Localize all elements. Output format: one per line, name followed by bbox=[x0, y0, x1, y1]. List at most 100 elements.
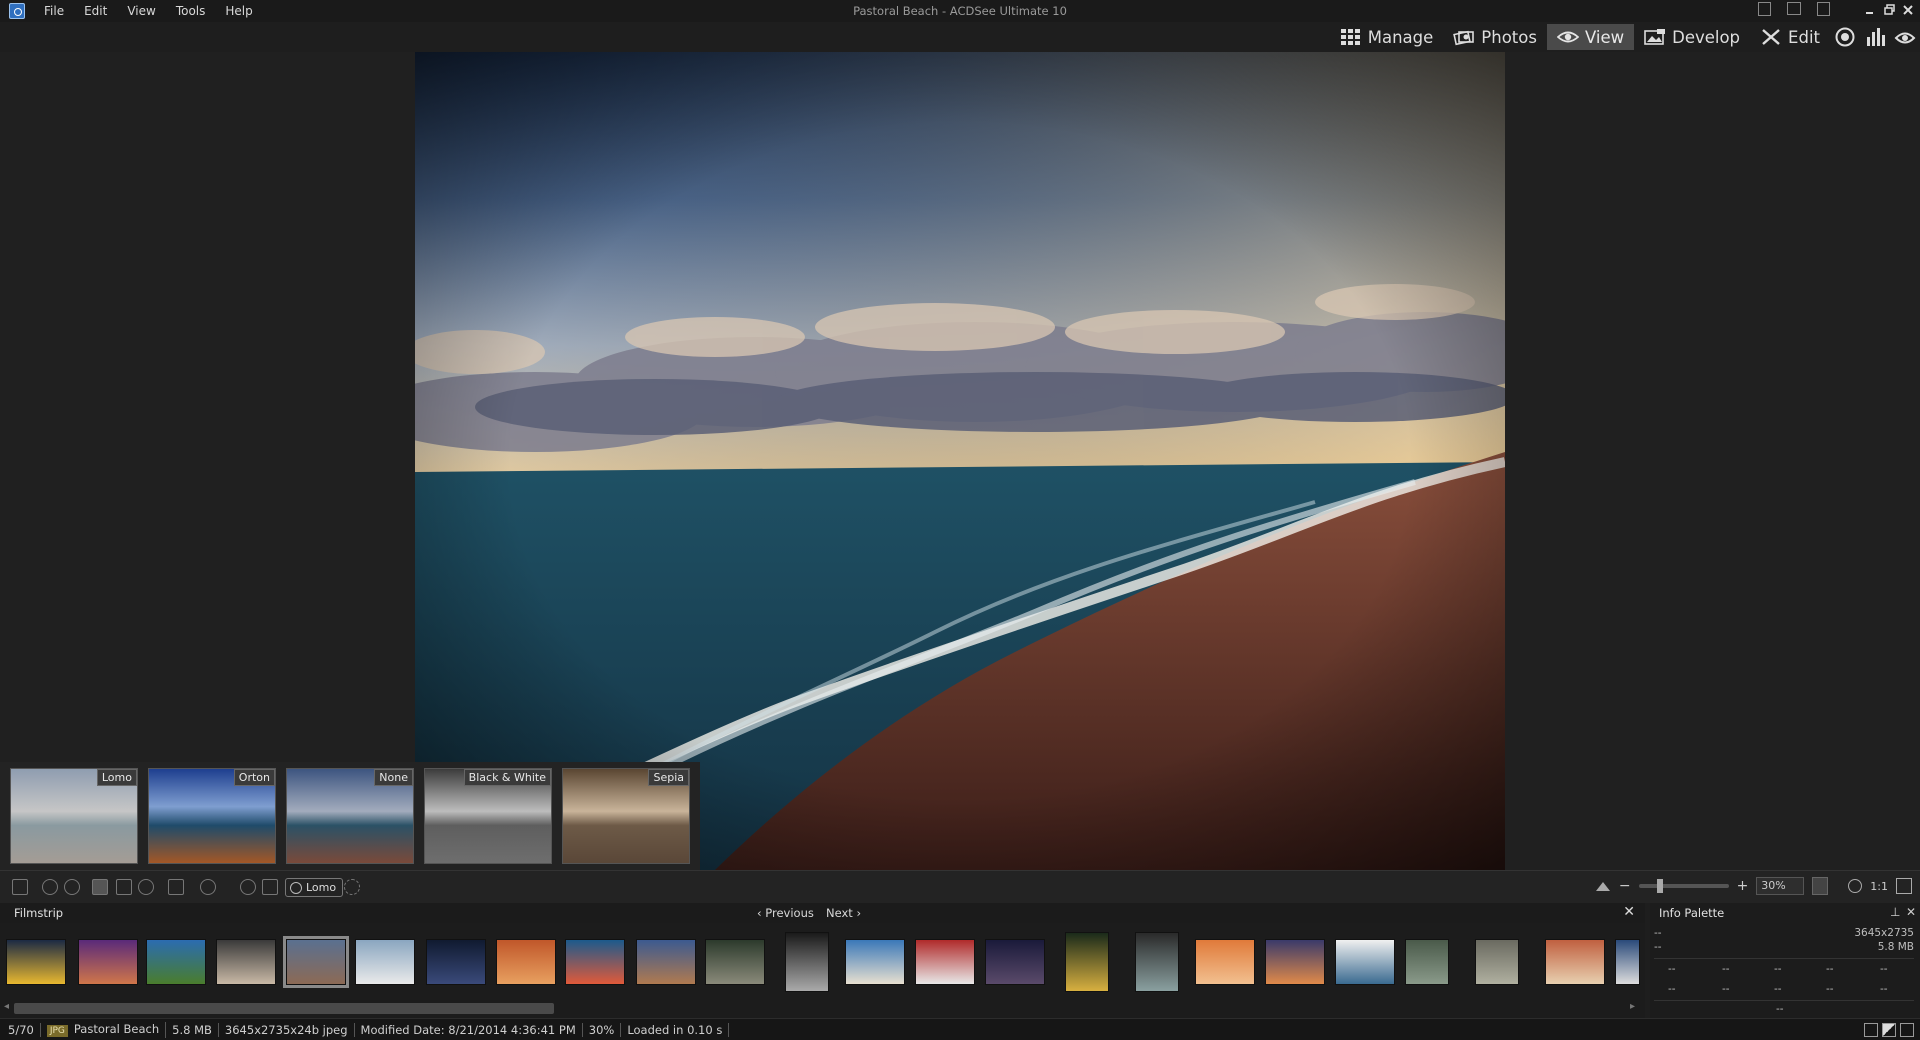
info-palette-title: Info Palette bbox=[1659, 906, 1725, 920]
preset-label: Sepia bbox=[648, 769, 689, 786]
select-tool-icon[interactable] bbox=[116, 879, 132, 895]
adjust-icon[interactable] bbox=[262, 879, 278, 895]
filmstrip-thumbnail[interactable] bbox=[426, 939, 486, 985]
divider bbox=[1654, 958, 1914, 959]
actual-size-button[interactable]: 1:1 bbox=[1870, 880, 1888, 893]
zoom-out-icon[interactable]: − bbox=[1619, 878, 1631, 894]
close-icon[interactable]: ✕ bbox=[1623, 904, 1635, 920]
filmstrip-thumbnail[interactable] bbox=[705, 939, 765, 985]
layout-bottom-icon[interactable] bbox=[1787, 2, 1801, 15]
main-photo[interactable] bbox=[415, 52, 1505, 870]
status-position: 5/70 bbox=[0, 1022, 41, 1037]
menu-tools[interactable]: Tools bbox=[166, 3, 216, 19]
menu-edit[interactable]: Edit bbox=[74, 3, 117, 19]
effects-icon[interactable] bbox=[344, 879, 360, 895]
square-icon[interactable] bbox=[1864, 1023, 1878, 1037]
filmstrip-thumbnail[interactable] bbox=[565, 939, 625, 985]
tab-edit[interactable]: Edit bbox=[1750, 24, 1830, 50]
zoom-value[interactable]: 30% bbox=[1756, 877, 1805, 895]
previous-button[interactable]: ‹ Previous bbox=[757, 906, 814, 920]
tab-manage[interactable]: Manage bbox=[1330, 24, 1444, 50]
fit-screen-icon[interactable] bbox=[168, 879, 184, 895]
hand-tool-icon[interactable] bbox=[92, 879, 108, 895]
filmstrip-thumbnail[interactable] bbox=[636, 939, 696, 985]
preset-orton[interactable]: Orton bbox=[148, 768, 276, 864]
filmstrip-thumbnail[interactable] bbox=[1615, 939, 1640, 985]
tab-photos[interactable]: Photos bbox=[1443, 24, 1547, 50]
layout-right-icon[interactable] bbox=[1817, 2, 1830, 16]
tab-develop[interactable]: Develop bbox=[1634, 24, 1750, 50]
tab-photos-label: Photos bbox=[1481, 27, 1537, 47]
minimize-icon[interactable] bbox=[1862, 2, 1878, 18]
preset-chip[interactable]: Lomo bbox=[285, 878, 344, 897]
filmstrip-thumbnail[interactable] bbox=[78, 939, 138, 985]
zoom-dropdown-icon[interactable] bbox=[1812, 877, 1829, 895]
menu-file[interactable]: File bbox=[34, 3, 74, 19]
restore-icon[interactable] bbox=[1882, 2, 1898, 18]
filmstrip-thumbnail[interactable] bbox=[915, 939, 975, 985]
filmstrip-thumbnail[interactable] bbox=[146, 939, 206, 985]
menu-help[interactable]: Help bbox=[215, 3, 262, 19]
scroll-left-icon[interactable]: ◂ bbox=[4, 1001, 9, 1012]
filmstrip-thumbnail[interactable] bbox=[1065, 932, 1109, 992]
rotate-right-icon[interactable] bbox=[64, 879, 80, 895]
preset-black-white[interactable]: Black & White bbox=[424, 768, 552, 864]
checkmark-icon[interactable] bbox=[1900, 1023, 1914, 1037]
file-format-badge: JPG bbox=[46, 1024, 68, 1037]
rotate-left-icon[interactable] bbox=[42, 879, 58, 895]
next-button[interactable]: Next › bbox=[826, 906, 861, 920]
dashboard-button[interactable] bbox=[1860, 24, 1890, 50]
play-icon[interactable] bbox=[240, 879, 256, 895]
layout-left-icon[interactable] bbox=[1758, 2, 1771, 16]
filmstrip-thumbnail[interactable] bbox=[355, 939, 415, 985]
filmstrip-thumbnail[interactable] bbox=[496, 939, 556, 985]
info-value: -- bbox=[1668, 963, 1676, 975]
pin-icon[interactable]: ⊥ bbox=[1890, 905, 1900, 919]
filmstrip-thumbnail[interactable] bbox=[1265, 939, 1325, 985]
preset-none[interactable]: None bbox=[286, 768, 414, 864]
filmstrip-scrollbar[interactable] bbox=[14, 1003, 554, 1014]
filmstrip-thumbnail[interactable] bbox=[1405, 939, 1449, 985]
info-value: -- bbox=[1722, 963, 1730, 975]
scroll-right-icon[interactable]: ▸ bbox=[1630, 1001, 1635, 1012]
tab-manage-label: Manage bbox=[1367, 27, 1434, 47]
filmstrip-thumbnail[interactable] bbox=[985, 939, 1045, 985]
info-value: -- bbox=[1774, 983, 1782, 995]
image-viewer[interactable]: Lomo Orton None Black & White Sepia bbox=[0, 52, 1920, 870]
status-zoom: 30% bbox=[583, 1022, 622, 1037]
beach-photo-image bbox=[415, 52, 1505, 870]
filmstrip-thumbnail[interactable] bbox=[1545, 939, 1605, 985]
triangle-up-icon[interactable] bbox=[1595, 880, 1611, 892]
magnifier-icon[interactable] bbox=[1848, 879, 1863, 893]
close-icon[interactable] bbox=[1900, 2, 1916, 18]
zoom-controls: − + 30% 1:1 bbox=[1595, 877, 1912, 895]
preset-sepia[interactable]: Sepia bbox=[562, 768, 690, 864]
close-icon[interactable]: ✕ bbox=[1906, 905, 1916, 919]
filmstrip-thumbnail[interactable] bbox=[1135, 932, 1179, 992]
divider bbox=[1654, 1000, 1914, 1001]
zoom-in-icon[interactable]: + bbox=[1737, 878, 1749, 894]
menu-view[interactable]: View bbox=[117, 3, 165, 19]
app-icon[interactable] bbox=[9, 3, 25, 19]
filmstrip-thumbnail[interactable] bbox=[1475, 939, 1519, 985]
filmstrip-thumbnail[interactable] bbox=[785, 932, 829, 992]
status-icons bbox=[1864, 1023, 1914, 1037]
tab-view[interactable]: View bbox=[1546, 24, 1635, 50]
filmstrip-thumbnail[interactable] bbox=[283, 936, 349, 988]
filmstrip-thumbnail[interactable] bbox=[1195, 939, 1255, 985]
fullscreen-icon[interactable] bbox=[1896, 878, 1912, 894]
preset-lomo[interactable]: Lomo bbox=[10, 768, 138, 864]
zoom-slider[interactable] bbox=[1638, 879, 1729, 893]
gear-icon[interactable] bbox=[200, 879, 216, 895]
title-bar: File Edit View Tools Help Pastoral Beach… bbox=[0, 0, 1920, 22]
zoom-tool-icon[interactable] bbox=[138, 879, 154, 895]
filmstrip-thumbnail[interactable] bbox=[216, 939, 276, 985]
filmstrip-thumbnail[interactable] bbox=[1335, 939, 1395, 985]
online-button[interactable] bbox=[1890, 24, 1920, 50]
acdsee-365-button[interactable] bbox=[1830, 24, 1860, 50]
contrast-icon[interactable] bbox=[1882, 1023, 1896, 1037]
status-name: Pastoral Beach bbox=[73, 1021, 160, 1036]
filmstrip-thumbnail[interactable] bbox=[6, 939, 66, 985]
save-icon[interactable] bbox=[12, 879, 28, 895]
filmstrip-thumbnail[interactable] bbox=[845, 939, 905, 985]
